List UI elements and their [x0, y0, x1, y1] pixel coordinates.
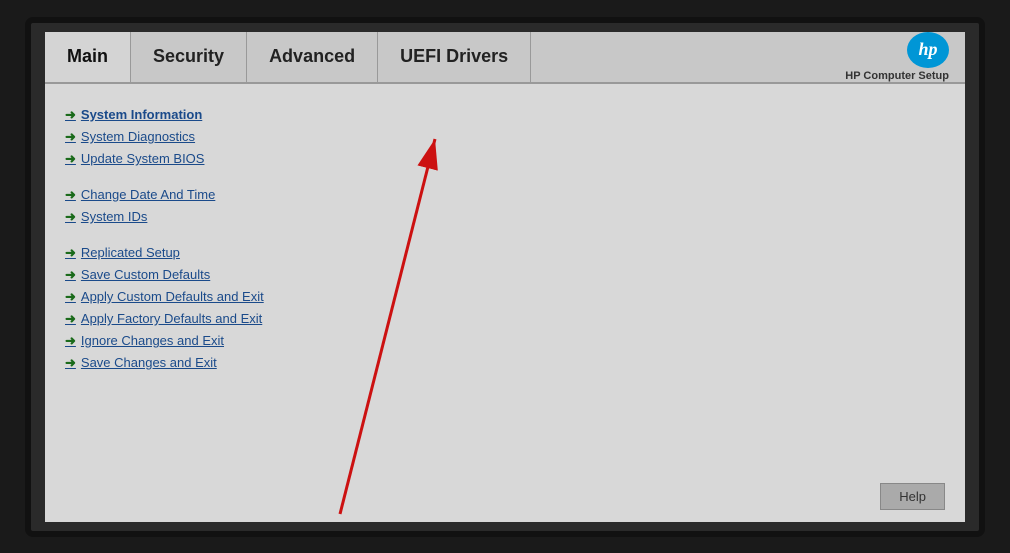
- monitor-bezel: Main Security Advanced UEFI Drivers hp H…: [25, 17, 985, 537]
- arrow-icon-9: ➜: [65, 311, 76, 327]
- menu-item-system-ids[interactable]: ➜ System IDs: [65, 206, 325, 228]
- arrow-icon-7: ➜: [65, 267, 76, 283]
- tab-advanced-label: Advanced: [269, 46, 355, 67]
- menu-item-save-custom[interactable]: ➜ Save Custom Defaults: [65, 264, 325, 286]
- arrow-icon-6: ➜: [65, 245, 76, 261]
- sidebar: ➜ System Information ➜ System Diagnostic…: [45, 84, 345, 522]
- menu-item-save-changes[interactable]: ➜ Save Changes and Exit: [65, 352, 325, 374]
- hp-logo-area: hp HP Computer Setup: [845, 32, 965, 82]
- tab-main-label: Main: [67, 46, 108, 67]
- screen: Main Security Advanced UEFI Drivers hp H…: [45, 32, 965, 522]
- arrow-icon-2: ➜: [65, 129, 76, 145]
- menu-group-2: ➜ Change Date And Time ➜ System IDs: [65, 184, 325, 228]
- menu-item-ignore-changes[interactable]: ➜ Ignore Changes and Exit: [65, 330, 325, 352]
- tab-main[interactable]: Main: [45, 32, 131, 82]
- menu-item-apply-factory[interactable]: ➜ Apply Factory Defaults and Exit: [65, 308, 325, 330]
- hp-logo-icon: hp: [907, 32, 949, 68]
- nav-bar: Main Security Advanced UEFI Drivers hp H…: [45, 32, 965, 84]
- tab-security[interactable]: Security: [131, 32, 247, 82]
- menu-group-3: ➜ Replicated Setup ➜ Save Custom Default…: [65, 242, 325, 374]
- menu-item-apply-custom[interactable]: ➜ Apply Custom Defaults and Exit: [65, 286, 325, 308]
- menu-item-update-bios[interactable]: ➜ Update System BIOS: [65, 148, 325, 170]
- menu-item-system-info[interactable]: ➜ System Information: [65, 104, 325, 126]
- arrow-icon-1: ➜: [65, 107, 76, 123]
- tab-uefi-drivers[interactable]: UEFI Drivers: [378, 32, 531, 82]
- tab-security-label: Security: [153, 46, 224, 67]
- tab-advanced[interactable]: Advanced: [247, 32, 378, 82]
- menu-group-1: ➜ System Information ➜ System Diagnostic…: [65, 104, 325, 170]
- help-button[interactable]: Help: [880, 483, 945, 510]
- arrow-icon-4: ➜: [65, 187, 76, 203]
- menu-item-replicated-setup[interactable]: ➜ Replicated Setup: [65, 242, 325, 264]
- content-area: ➜ System Information ➜ System Diagnostic…: [45, 84, 965, 522]
- menu-item-change-date[interactable]: ➜ Change Date And Time: [65, 184, 325, 206]
- arrow-icon-3: ➜: [65, 151, 76, 167]
- menu-item-system-diag[interactable]: ➜ System Diagnostics: [65, 126, 325, 148]
- arrow-icon-11: ➜: [65, 355, 76, 371]
- arrow-icon-10: ➜: [65, 333, 76, 349]
- tab-uefi-drivers-label: UEFI Drivers: [400, 46, 508, 67]
- arrow-icon-8: ➜: [65, 289, 76, 305]
- arrow-icon-5: ➜: [65, 209, 76, 225]
- hp-brand-text: HP Computer Setup: [845, 70, 949, 82]
